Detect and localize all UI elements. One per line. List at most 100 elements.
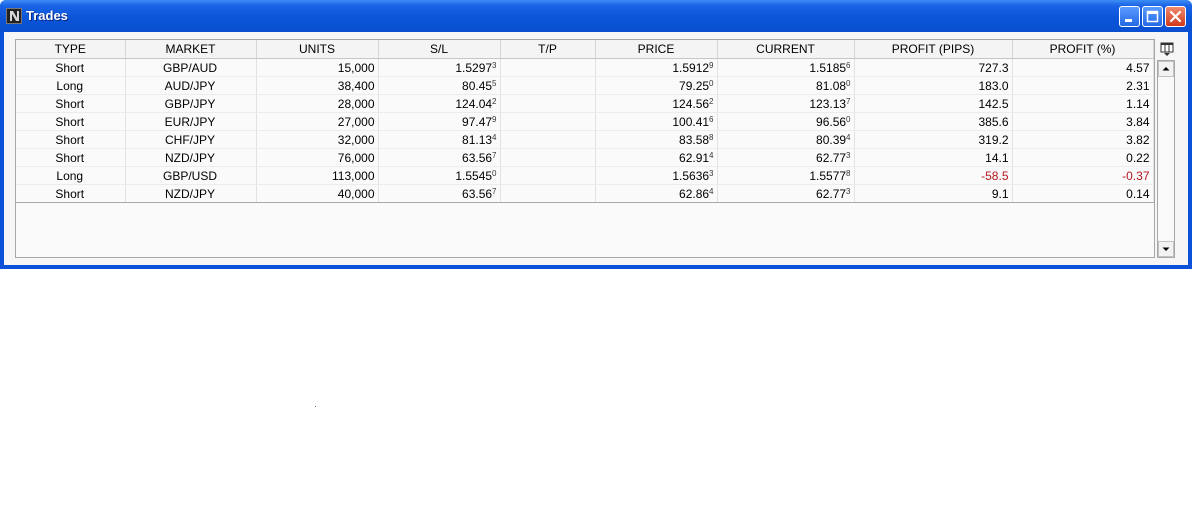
title-bar[interactable]: Trades: [0, 0, 1192, 32]
window-client-area: TYPE MARKET UNITS S/L T/P PRICE CURRENT …: [4, 32, 1188, 265]
table-row[interactable]: Short GBP/AUD 15,000 1.52973 1.59129 1.51856 7…: [16, 58, 1154, 77]
cell-profit-percent-value: 1.14: [1126, 96, 1150, 111]
cell-current-value: 80.39: [816, 132, 847, 147]
cell-stop-loss: 81.134: [378, 130, 501, 149]
cell-price-pipette: 3: [709, 168, 714, 178]
cell-current: 1.55778: [717, 166, 855, 185]
cell-stop-loss-value: 1.5297: [455, 60, 493, 75]
cell-profit-pips: 142.5: [854, 94, 1013, 113]
column-header-profit-pips[interactable]: PROFIT (PIPS): [854, 40, 1013, 59]
column-header-type[interactable]: TYPE: [16, 40, 126, 59]
cell-profit-pips-value: 9.1: [991, 186, 1009, 201]
cell-type: Short: [16, 58, 126, 77]
table-row[interactable]: Short EUR/JPY 27,000 97.479 100.416 96.560 385…: [16, 112, 1154, 131]
column-header-stop-loss[interactable]: S/L: [378, 40, 501, 59]
cell-stop-loss-pipette: 9: [492, 114, 497, 124]
cell-profit-percent: -0.37: [1012, 166, 1154, 185]
table-row[interactable]: Long AUD/JPY 38,400 80.455 79.250 81.080 183.0…: [16, 76, 1154, 95]
cell-current-pipette: 0: [846, 78, 851, 88]
cell-market-value: GBP/USD: [162, 168, 217, 183]
cell-price: 1.56363: [595, 166, 718, 185]
cell-price: 62.914: [595, 148, 718, 167]
cell-profit-pips: -58.5: [854, 166, 1013, 185]
column-picker-icon: [1159, 42, 1175, 61]
cell-profit-percent: 4.57: [1012, 58, 1154, 77]
cell-units-value: 76,000: [337, 150, 375, 165]
cell-units-value: 38,400: [337, 78, 375, 93]
cell-profit-percent: 3.82: [1012, 130, 1154, 149]
cell-type: Short: [16, 148, 126, 167]
cell-type: Short: [16, 130, 126, 149]
cell-stop-loss: 1.55450: [378, 166, 501, 185]
minimize-button[interactable]: [1119, 6, 1140, 27]
column-header-market[interactable]: MARKET: [125, 40, 257, 59]
cell-type: Short: [16, 112, 126, 131]
cell-profit-pips: 183.0: [854, 76, 1013, 95]
cell-stop-loss-pipette: 3: [492, 60, 497, 70]
cell-market: GBP/JPY: [125, 94, 257, 113]
cell-units-value: 32,000: [337, 132, 375, 147]
cell-market-value: CHF/JPY: [164, 132, 215, 147]
table-row[interactable]: Short NZD/JPY 40,000 63.567 62.864 62.773 9.1 0…: [16, 184, 1154, 203]
table-row[interactable]: Long GBP/USD 113,000 1.55450 1.56363 1.55778-…: [16, 166, 1154, 185]
cell-stop-loss-value: 1.5545: [455, 168, 493, 183]
cell-profit-percent-value: 0.22: [1126, 150, 1150, 165]
cell-current-value: 62.77: [816, 150, 847, 165]
cell-type: Long: [16, 166, 126, 185]
table-row[interactable]: Short CHF/JPY 32,000 81.134 83.588 80.394 319.…: [16, 130, 1154, 149]
cell-price: 100.416: [595, 112, 718, 131]
cell-stop-loss-pipette: 7: [492, 186, 497, 196]
cell-type-value: Long: [56, 168, 84, 183]
column-header-units[interactable]: UNITS: [256, 40, 379, 59]
cell-market: NZD/JPY: [125, 148, 257, 167]
cell-profit-percent: 0.14: [1012, 184, 1154, 203]
scroll-down-button[interactable]: [1158, 241, 1174, 257]
cell-stop-loss-value: 97.47: [462, 114, 493, 129]
cell-type-value: Long: [56, 78, 84, 93]
cell-take-profit: [500, 112, 596, 131]
cell-take-profit: [500, 76, 596, 95]
close-button[interactable]: [1165, 6, 1186, 27]
cell-price: 124.562: [595, 94, 718, 113]
cell-current: 62.773: [717, 184, 855, 203]
cell-price-value: 62.91: [679, 150, 710, 165]
cell-market-value: NZD/JPY: [164, 186, 215, 201]
column-header-profit-percent[interactable]: PROFIT (%): [1012, 40, 1154, 59]
cell-take-profit: [500, 166, 596, 185]
scroll-up-button[interactable]: [1158, 61, 1174, 77]
cell-stop-loss-value: 63.56: [462, 150, 493, 165]
cell-stop-loss: 97.479: [378, 112, 501, 131]
vertical-scrollbar[interactable]: [1157, 60, 1175, 258]
cell-market-value: GBP/AUD: [162, 60, 217, 75]
cell-units: 32,000: [256, 130, 379, 149]
cell-stop-loss-value: 80.45: [462, 78, 493, 93]
stray-pixel: [315, 406, 316, 407]
cell-current: 80.394: [717, 130, 855, 149]
cell-profit-pips-value: 319.2: [978, 132, 1009, 147]
cell-current: 123.137: [717, 94, 855, 113]
cell-price: 1.59129: [595, 58, 718, 77]
cell-stop-loss: 63.567: [378, 148, 501, 167]
trades-table: TYPE MARKET UNITS S/L T/P PRICE CURRENT …: [16, 40, 1154, 203]
cell-profit-percent-value: -0.37: [1122, 168, 1150, 183]
cell-stop-loss-pipette: 5: [492, 78, 497, 88]
column-picker-button[interactable]: [1159, 41, 1175, 57]
cell-profit-pips-value: 385.6: [978, 114, 1009, 129]
cell-price-pipette: 8: [709, 132, 714, 142]
table-row[interactable]: Short GBP/JPY 28,000 124.042 124.562 123.137 1…: [16, 94, 1154, 113]
cell-type-value: Short: [55, 96, 85, 111]
cell-units: 27,000: [256, 112, 379, 131]
trades-grid: TYPE MARKET UNITS S/L T/P PRICE CURRENT …: [15, 39, 1155, 258]
scroll-up-arrow-icon: [1159, 63, 1173, 80]
cell-price-pipette: 4: [709, 150, 714, 160]
header-row: TYPE MARKET UNITS S/L T/P PRICE CURRENT …: [16, 40, 1154, 59]
table-row[interactable]: Short NZD/JPY 76,000 63.567 62.914 62.773 14.1…: [16, 148, 1154, 167]
cell-price-pipette: 6: [709, 114, 714, 124]
cell-current-pipette: 0: [846, 114, 851, 124]
cell-price-pipette: 0: [709, 78, 714, 88]
column-header-take-profit[interactable]: T/P: [500, 40, 596, 59]
column-header-current[interactable]: CURRENT: [717, 40, 855, 59]
maximize-button[interactable]: [1142, 6, 1163, 27]
column-header-price[interactable]: PRICE: [595, 40, 718, 59]
ninja-app-icon: [6, 8, 22, 24]
